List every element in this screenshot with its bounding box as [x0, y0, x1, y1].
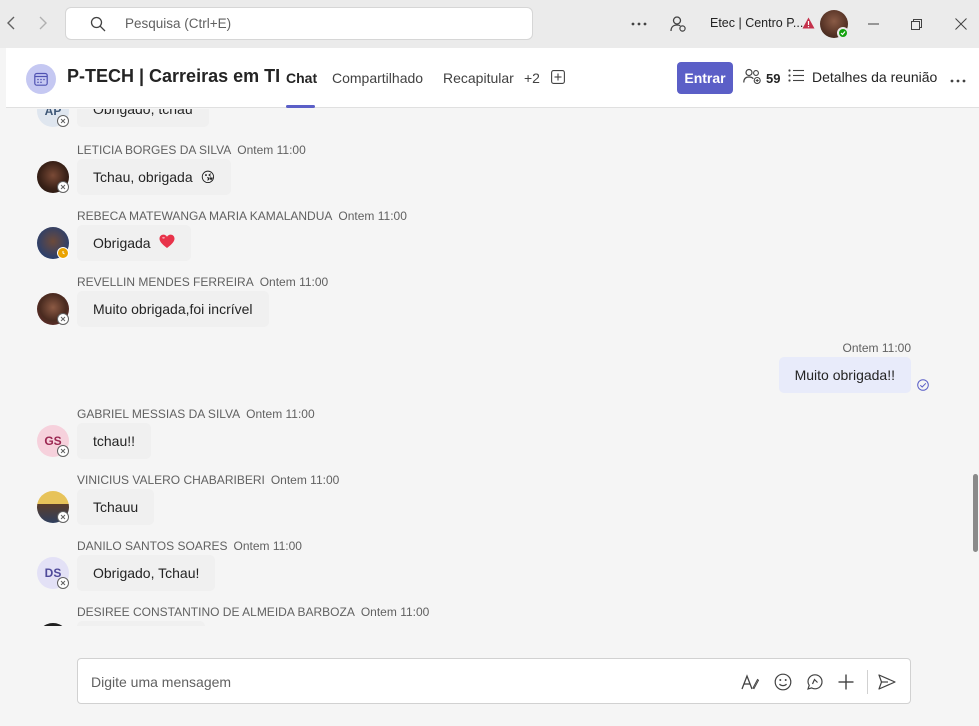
heart-emoji-icon — [159, 234, 175, 252]
message-sender: DANILO SANTOS SOARES Ontem 11:00 — [77, 539, 302, 553]
meeting-details-button[interactable]: Detalhes da reunião — [788, 69, 937, 85]
available-status-icon — [837, 27, 849, 39]
meeting-details-label: Detalhes da reunião — [812, 69, 938, 85]
message-bubble[interactable] — [77, 621, 205, 626]
offline-status-icon — [57, 115, 69, 127]
offline-status-icon — [57, 511, 69, 523]
message-text: tchau!! — [93, 433, 136, 449]
own-message-bubble[interactable]: Muito obrigada!! — [778, 357, 911, 393]
message-time: Ontem 11:00 — [842, 341, 911, 355]
message-time: Ontem 11:00 — [237, 143, 306, 157]
participants-button[interactable]: 59 — [743, 68, 780, 89]
message-text: Tchau, obrigada — [93, 169, 193, 185]
compose-divider — [867, 670, 868, 694]
send-icon[interactable] — [876, 671, 898, 693]
search-input[interactable]: Pesquisa (Ctrl+E) — [65, 7, 533, 40]
message-bubble[interactable]: Tchau, obrigada 😘 — [77, 159, 232, 195]
list-icon — [788, 69, 804, 85]
message-time: Ontem 11:00 — [246, 407, 315, 421]
compose-placeholder: Digite uma mensagem — [91, 674, 232, 690]
calendar-icon — [26, 64, 56, 94]
tab-more-count[interactable]: +2 — [524, 70, 540, 86]
search-icon — [90, 16, 106, 37]
message-time: Ontem 11:00 — [233, 539, 302, 553]
active-tab-indicator — [286, 105, 315, 108]
add-icon[interactable] — [835, 671, 857, 693]
message-sender: DESIREE CONSTANTINO DE ALMEIDA BARBOZA On… — [77, 605, 430, 619]
more-options-icon[interactable] — [627, 12, 651, 36]
message-bubble[interactable]: Tchauu — [77, 489, 155, 525]
message-text: Obrigado, Tchau! — [93, 565, 200, 581]
emoji-icon[interactable] — [772, 671, 794, 693]
message-text: Tchauu — [93, 499, 139, 515]
message-sender: REVELLIN MENDES FERREIRA Ontem 11:00 — [77, 275, 329, 289]
message-sender: LETICIA BORGES DA SILVA Ontem 11:00 — [77, 143, 306, 157]
read-receipt-icon — [917, 378, 929, 396]
message-sender: VINICIUS VALERO CHABARIBERI Ontem 11:00 — [77, 473, 340, 487]
message-text: Muito obrigada,foi incrível — [93, 301, 253, 317]
more-options-icon[interactable] — [950, 70, 966, 88]
loop-icon[interactable] — [804, 671, 826, 693]
message-bubble[interactable]: Obrigado, tchau — [77, 109, 209, 127]
chat-header: P-TECH | Carreiras em TI Chat Compartilh… — [6, 48, 979, 108]
offline-status-icon — [57, 445, 69, 457]
message-text: Obrigado, tchau — [93, 109, 193, 117]
minimize-icon[interactable] — [863, 14, 883, 34]
back-arrow-icon[interactable] — [0, 12, 22, 34]
message-time: Ontem 11:00 — [338, 209, 407, 223]
format-icon[interactable] — [739, 671, 761, 693]
tab-compartilhado[interactable]: Compartilhado — [332, 70, 423, 86]
message-compose-box[interactable]: Digite uma mensagem — [77, 658, 911, 704]
kiss-emoji-icon: 😘 — [200, 168, 216, 185]
org-name[interactable]: Etec | Centro P... — [710, 16, 803, 30]
offline-status-icon — [57, 181, 69, 193]
scrollbar-thumb[interactable] — [973, 474, 978, 552]
message-sender: GABRIEL MESSIAS DA SILVA Ontem 11:00 — [77, 407, 315, 421]
message-bubble[interactable]: tchau!! — [77, 423, 152, 459]
message-text: Obrigada — [93, 235, 151, 251]
message-list[interactable]: AP Obrigado, tchau LETICIA BORGES DA SIL… — [6, 109, 972, 626]
message-bubble[interactable]: Muito obrigada,foi incrível — [77, 291, 269, 327]
warning-icon — [802, 16, 815, 34]
offline-status-icon — [57, 313, 69, 325]
message-bubble[interactable]: Obrigada — [77, 225, 191, 261]
join-meeting-button[interactable]: Entrar — [677, 62, 733, 94]
tab-recapitular[interactable]: Recapitular — [443, 70, 514, 86]
add-tab-icon[interactable] — [551, 70, 565, 89]
people-settings-icon[interactable] — [666, 12, 690, 36]
close-icon[interactable] — [951, 14, 971, 34]
tab-chat[interactable]: Chat — [286, 70, 317, 86]
offline-status-icon — [57, 577, 69, 589]
message-bubble[interactable]: Obrigado, Tchau! — [77, 555, 216, 591]
message-time: Ontem 11:00 — [270, 473, 340, 487]
message-sender: REBECA MATEWANGA MARIA KAMALANDUA Ontem 1… — [77, 209, 407, 223]
message-time: Ontem 11:00 — [360, 605, 430, 619]
avatar[interactable] — [37, 623, 69, 626]
participants-count: 59 — [766, 71, 781, 86]
message-text: Muito obrigada!! — [794, 367, 895, 383]
restore-icon[interactable] — [906, 14, 926, 34]
title-bar: Pesquisa (Ctrl+E) Etec | Centro P... — [0, 0, 979, 48]
away-status-icon — [57, 247, 69, 259]
chat-title: P-TECH | Carreiras em TI — [67, 66, 281, 86]
forward-arrow-icon[interactable] — [32, 12, 54, 34]
message-time: Ontem 11:00 — [259, 275, 329, 289]
people-icon — [743, 68, 762, 89]
search-placeholder: Pesquisa (Ctrl+E) — [125, 16, 232, 31]
